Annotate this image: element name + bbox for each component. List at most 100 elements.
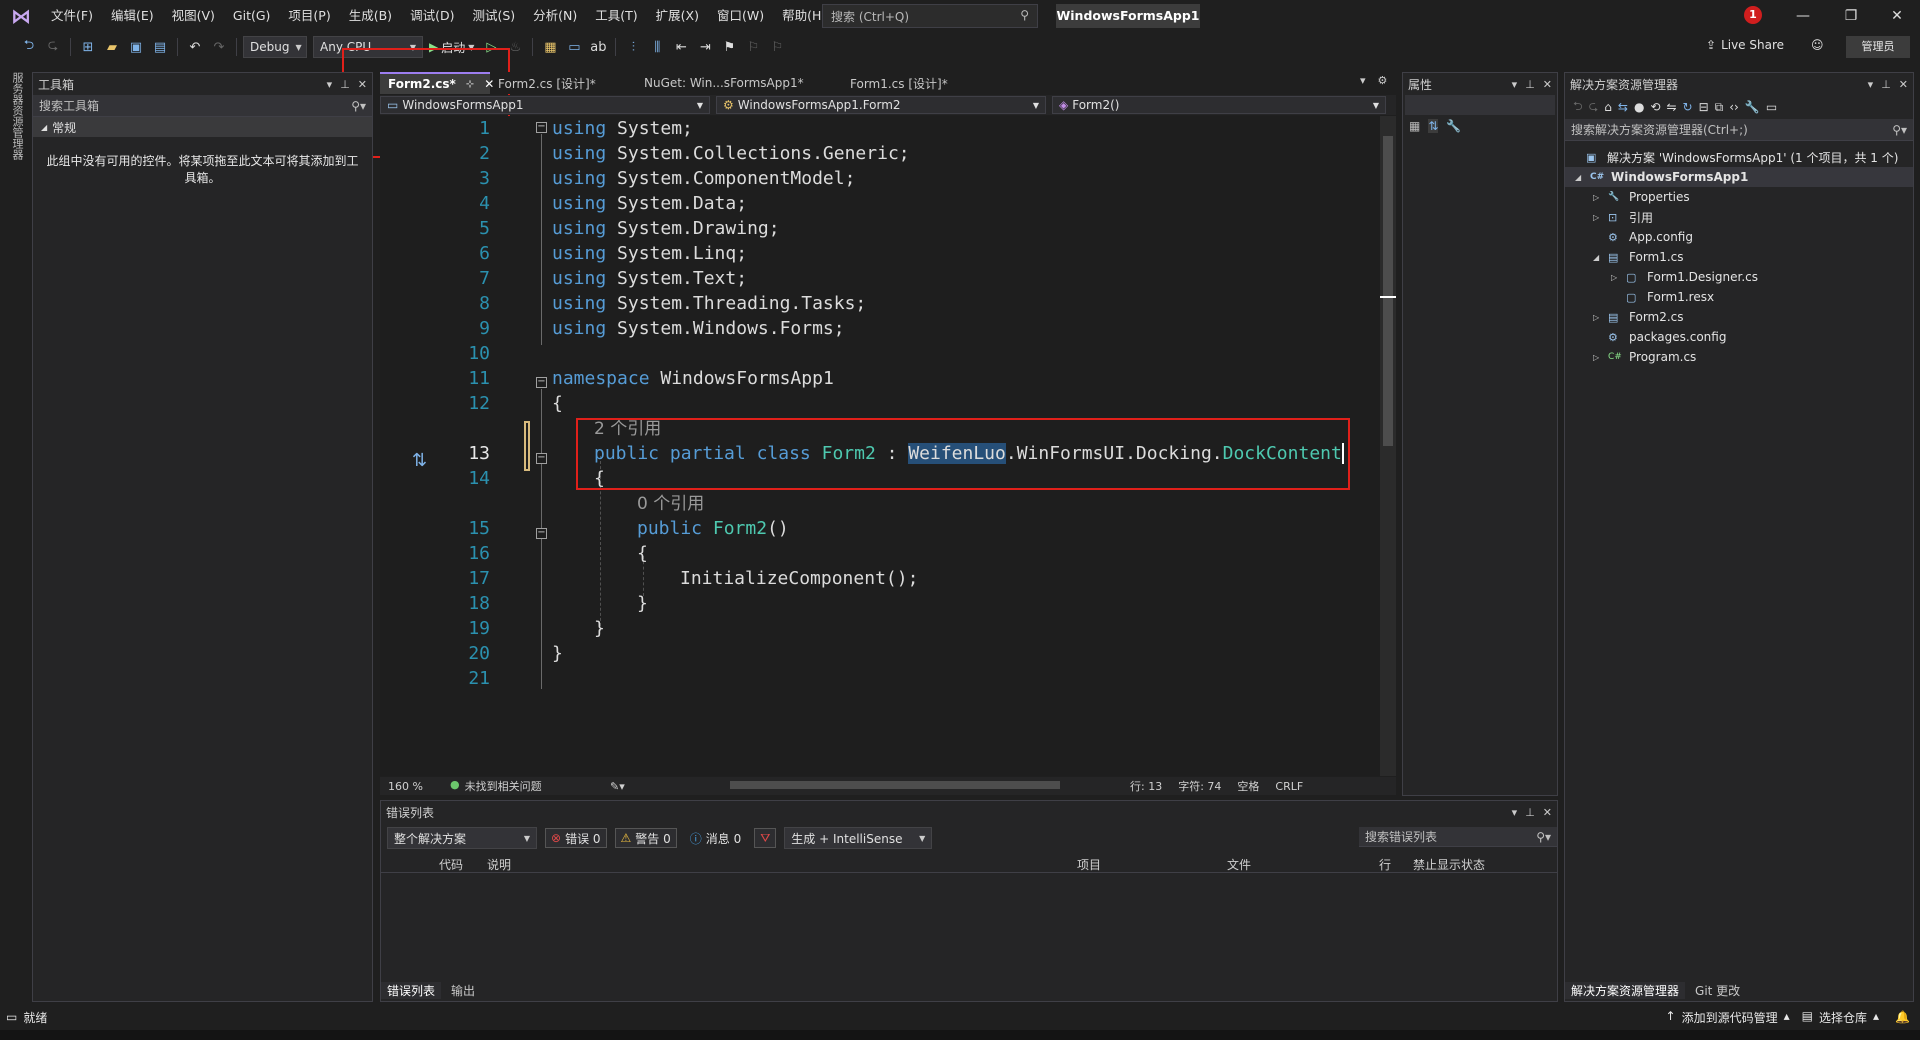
global-search-input[interactable]: 搜索 (Ctrl+Q) ⚲ xyxy=(822,4,1038,28)
tree-expander-icon[interactable]: ▷ xyxy=(1593,213,1603,222)
error-scope-select[interactable]: 整个解决方案 ▼ xyxy=(387,827,537,849)
show-all-files-icon[interactable]: ⧉ xyxy=(1715,100,1724,115)
home-icon[interactable]: ⌂ xyxy=(1604,100,1612,114)
build-filter-select[interactable]: 生成 + IntelliSense ▼ xyxy=(784,827,933,849)
menu-window[interactable]: 窗口(W) xyxy=(708,0,773,32)
close-icon[interactable]: ✕ xyxy=(1899,78,1908,91)
menu-edit[interactable]: 编辑(E) xyxy=(102,0,163,32)
tab-form1-design[interactable]: Form1.cs [设计]* xyxy=(842,72,982,94)
open-file-icon[interactable]: ▰ xyxy=(101,36,123,58)
menu-git[interactable]: Git(G) xyxy=(224,0,280,32)
cleanup-brush-icon[interactable]: ✎▾ xyxy=(602,780,662,793)
back-icon[interactable]: ⮌ xyxy=(1573,97,1583,118)
menu-extensions[interactable]: 扩展(X) xyxy=(647,0,708,32)
tab-output[interactable]: 输出 xyxy=(445,982,481,999)
save-all-icon[interactable]: ▤ xyxy=(149,36,171,58)
refresh-icon[interactable]: ↻ xyxy=(1683,100,1693,114)
view-code-icon[interactable]: ‹› xyxy=(1729,100,1739,114)
navigate-back-icon[interactable]: ⮌ xyxy=(18,36,40,58)
prev-bookmark-icon[interactable]: ⚐ xyxy=(742,36,764,58)
tree-node[interactable]: ▣ 解决方案 'WindowsFormsApp1' (1 个项目，共 1 个) xyxy=(1571,147,1898,167)
project-navigation-select[interactable]: ▭ WindowsFormsApp1 ▼ xyxy=(380,96,710,114)
menu-project[interactable]: 项目(P) xyxy=(279,0,339,32)
live-share-button[interactable]: ⇪ Live Share ☺ xyxy=(1706,38,1824,52)
undo-icon[interactable]: ↶ xyxy=(184,36,206,58)
add-source-control-button[interactable]: ↑ 添加到源代码管理 ▴ xyxy=(1666,1009,1802,1026)
tree-node[interactable]: ⚙ App.config xyxy=(1593,227,1693,247)
tab-error-list[interactable]: 错误列表 xyxy=(381,981,442,999)
redo-icon[interactable]: ↷ xyxy=(208,36,230,58)
spell-check-icon[interactable]: ab xyxy=(587,36,609,58)
alphabetical-icon[interactable]: ⇅ xyxy=(1428,119,1439,133)
chevron-down-icon[interactable]: ▾ xyxy=(1512,78,1518,91)
close-icon[interactable]: ✕ xyxy=(1543,78,1552,91)
tab-nuget[interactable]: NuGet: Win...sFormsApp1* xyxy=(636,72,842,94)
tree-expander-icon[interactable]: ▷ xyxy=(1593,193,1603,202)
editor-vertical-scrollbar[interactable] xyxy=(1380,116,1396,776)
menu-debug[interactable]: 调试(D) xyxy=(401,0,463,32)
settings-gear-icon[interactable]: ⚙ xyxy=(1378,74,1388,87)
menu-analyze[interactable]: 分析(N) xyxy=(524,0,586,32)
feedback-icon[interactable]: ☺ xyxy=(1811,38,1824,52)
issues-indicator[interactable]: ● 未找到相关问题 xyxy=(442,778,602,794)
restore-button[interactable]: ❐ xyxy=(1828,0,1874,32)
new-project-icon[interactable]: ⊞ xyxy=(77,36,99,58)
minimize-button[interactable]: — xyxy=(1780,0,1826,32)
navigate-forward-icon[interactable]: ⮎ xyxy=(42,36,64,58)
close-icon[interactable]: ✕ xyxy=(358,78,367,91)
tab-form2-cs[interactable]: Form2.cs* ⊹ ✕ xyxy=(380,72,494,94)
notification-badge[interactable]: 1 xyxy=(1744,6,1762,24)
zoom-level[interactable]: 160 % xyxy=(380,780,442,793)
tree-node-selected[interactable]: ◢ C# WindowsFormsApp1 xyxy=(1565,167,1913,187)
menu-build[interactable]: 生成(B) xyxy=(340,0,401,32)
toolbox-search-input[interactable]: 搜索工具箱 ⚲▾ xyxy=(33,95,372,117)
bookmark-icon[interactable]: ⚑ xyxy=(718,36,740,58)
properties-wrench-icon[interactable]: 🔧 xyxy=(1745,100,1760,114)
tree-node[interactable]: ◢ ▤ Form1.cs xyxy=(1593,247,1684,267)
whitespace-mode[interactable]: 空格 xyxy=(1229,778,1267,794)
preview-icon[interactable]: ▭ xyxy=(1766,100,1777,114)
tree-node[interactable]: ▷ ⊡ 引用 xyxy=(1593,207,1653,227)
format-icon[interactable]: ⫼ xyxy=(646,36,668,58)
tab-solution-explorer[interactable]: 解决方案资源管理器 xyxy=(1565,981,1686,999)
tree-node[interactable]: ▷ ▤ Form2.cs xyxy=(1593,307,1684,327)
close-icon[interactable]: ✕ xyxy=(1543,806,1552,819)
server-explorer-tab[interactable]: 服务器资源管理器 xyxy=(9,72,25,160)
notifications-bell-icon[interactable]: 🔔 xyxy=(1895,1010,1920,1024)
menu-tools[interactable]: 工具(T) xyxy=(586,0,646,32)
column-header-file[interactable]: 文件 xyxy=(1227,856,1251,873)
chevron-down-icon[interactable]: ▾ xyxy=(1868,78,1874,91)
column-header-description[interactable]: 说明 xyxy=(487,856,511,873)
column-header-line[interactable]: 行 xyxy=(1379,856,1391,873)
tab-form2-design[interactable]: Form2.cs [设计]* xyxy=(490,72,636,94)
switch-views-icon[interactable]: ⇆ xyxy=(1618,100,1628,114)
column-header-suppression[interactable]: 禁止显示状态 xyxy=(1413,856,1485,873)
warnings-filter-toggle[interactable]: ⚠ 警告 0 xyxy=(614,828,677,848)
properties-object-select[interactable] xyxy=(1405,95,1555,115)
scrollbar-thumb[interactable] xyxy=(1383,136,1393,446)
tab-list-dropdown-icon[interactable]: ▾ xyxy=(1360,74,1366,87)
menu-file[interactable]: 文件(F) xyxy=(42,0,102,32)
codelens-references[interactable]: 0 个引用 xyxy=(637,494,704,514)
member-navigation-select[interactable]: ◈ Form2() ▼ xyxy=(1052,96,1386,114)
messages-filter-toggle[interactable]: ⓘ 消息 0 xyxy=(685,828,746,848)
toolbox-group-general[interactable]: ◢ 常规 xyxy=(33,117,372,137)
categorized-icon[interactable]: ▦ xyxy=(1409,119,1420,133)
browse-icon[interactable]: ▦ xyxy=(539,36,561,58)
layout-icon[interactable]: ▭ xyxy=(563,36,585,58)
forward-icon[interactable]: ⮎ xyxy=(1589,97,1599,118)
menu-test[interactable]: 测试(S) xyxy=(463,0,524,32)
pin-icon[interactable]: ⊥ xyxy=(1525,806,1535,819)
column-header-project[interactable]: 项目 xyxy=(1077,856,1101,873)
type-navigation-select[interactable]: ⚙ WindowsFormsApp1.Form2 ▼ xyxy=(716,96,1046,114)
pin-icon[interactable]: ⊥ xyxy=(1881,78,1891,91)
tree-expander-icon[interactable]: ◢ xyxy=(1593,253,1603,262)
filter-funnel-icon[interactable]: ⛛ xyxy=(754,828,777,848)
tree-node[interactable]: ▷ 🔧 Properties xyxy=(1593,187,1690,207)
pin-icon[interactable]: ⊹ xyxy=(466,79,474,90)
solution-search-input[interactable]: 搜索解决方案资源管理器(Ctrl+;) ⚲▾ xyxy=(1565,119,1913,141)
tree-node[interactable]: ⚙ packages.config xyxy=(1593,327,1726,347)
next-bookmark-icon[interactable]: ⚐ xyxy=(766,36,788,58)
tree-expander-icon[interactable]: ▷ xyxy=(1593,313,1603,322)
error-list-search-input[interactable]: 搜索错误列表 ⚲▾ xyxy=(1359,827,1557,847)
